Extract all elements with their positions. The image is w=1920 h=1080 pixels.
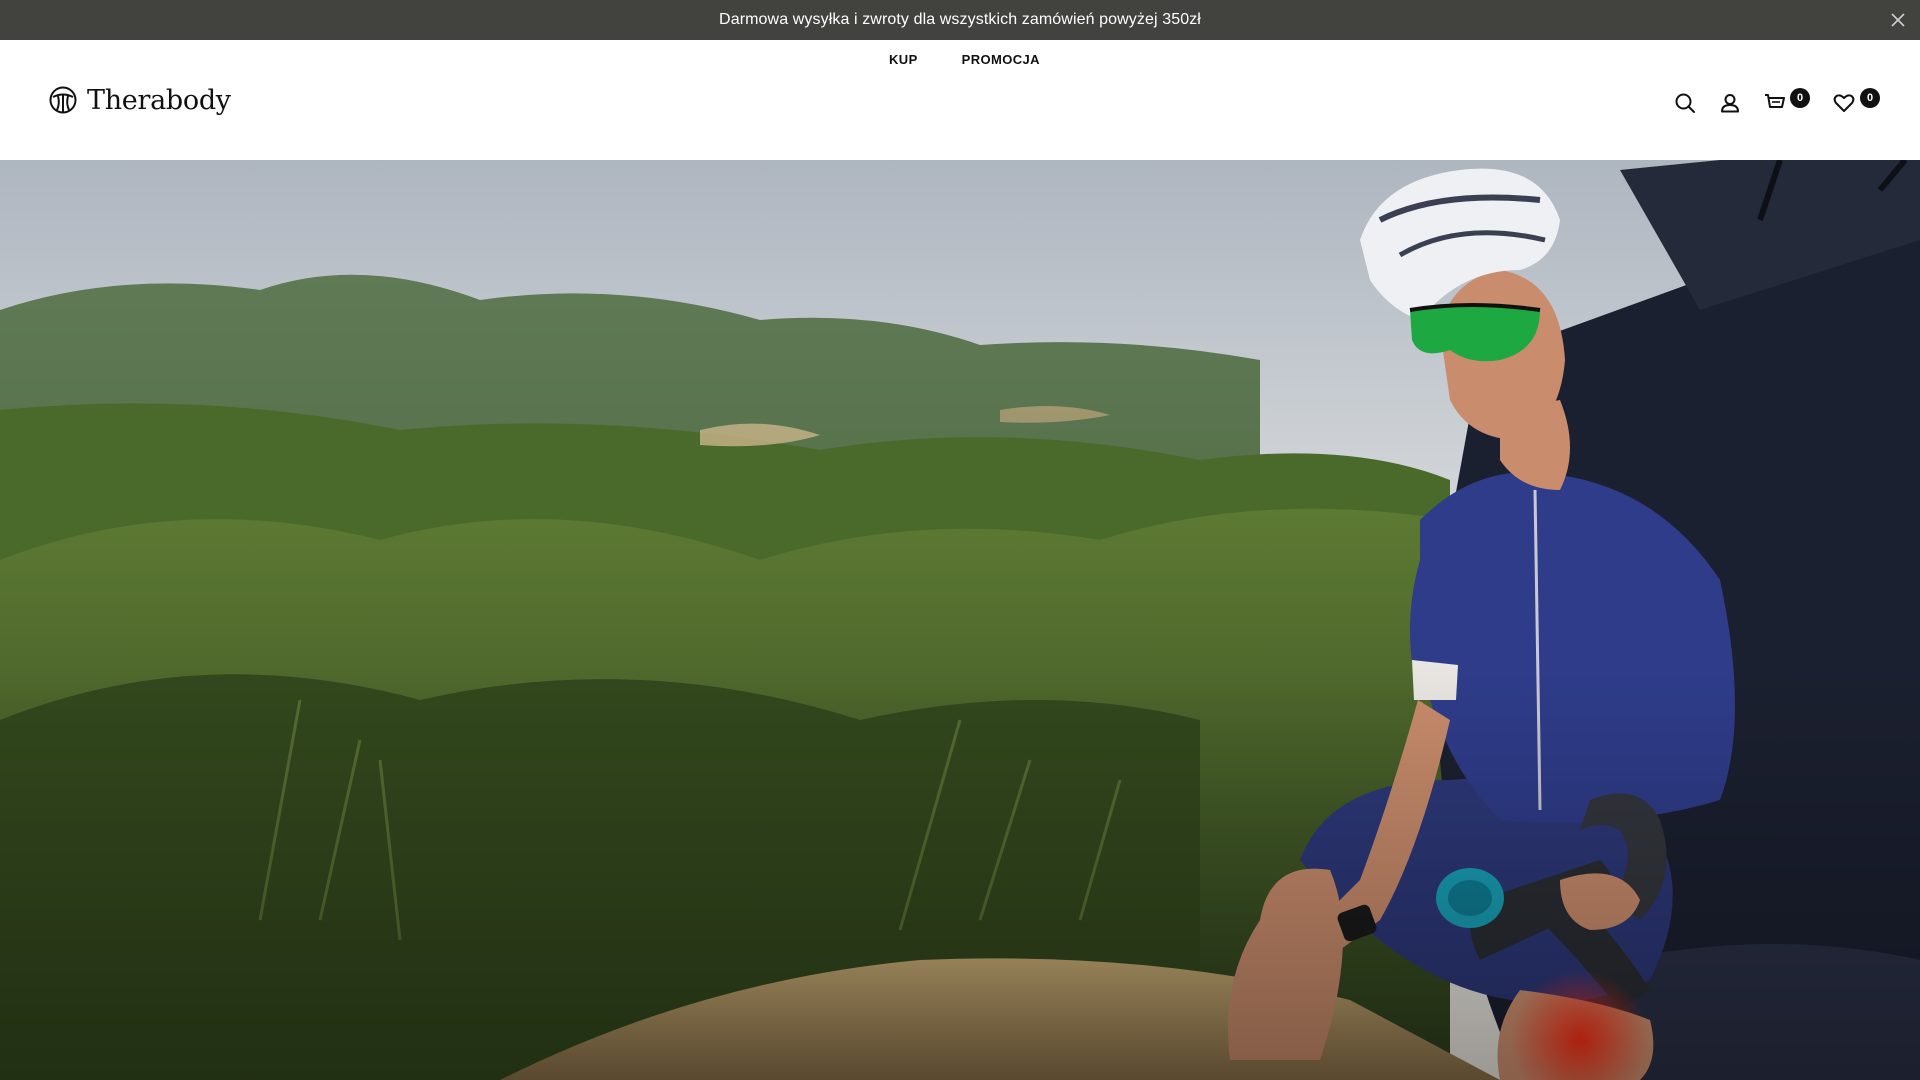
hero-image (0, 160, 1920, 1080)
heart-icon[interactable] (1831, 90, 1857, 116)
hero-banner[interactable] (0, 160, 1920, 1080)
wishlist-count-badge: 0 (1860, 88, 1880, 108)
therabody-logo-icon (49, 86, 77, 114)
announcement-bar: Darmowa wysyłka i zwroty dla wszystkich … (0, 0, 1920, 40)
cart-icon[interactable] (1762, 90, 1788, 116)
nav-item-promocja[interactable]: PROMOCJA (962, 52, 1040, 67)
search-icon[interactable] (1672, 90, 1698, 116)
close-icon[interactable] (1888, 10, 1908, 30)
logo-text: Therabody (87, 84, 231, 116)
nav-item-kup[interactable]: KUP (889, 52, 918, 67)
cart-count-badge: 0 (1790, 88, 1810, 108)
main-nav: KUP PROMOCJA (889, 52, 1040, 67)
logo[interactable]: Therabody (49, 83, 231, 117)
user-icon[interactable] (1717, 90, 1743, 116)
announcement-text: Darmowa wysyłka i zwroty dla wszystkich … (719, 11, 1201, 28)
